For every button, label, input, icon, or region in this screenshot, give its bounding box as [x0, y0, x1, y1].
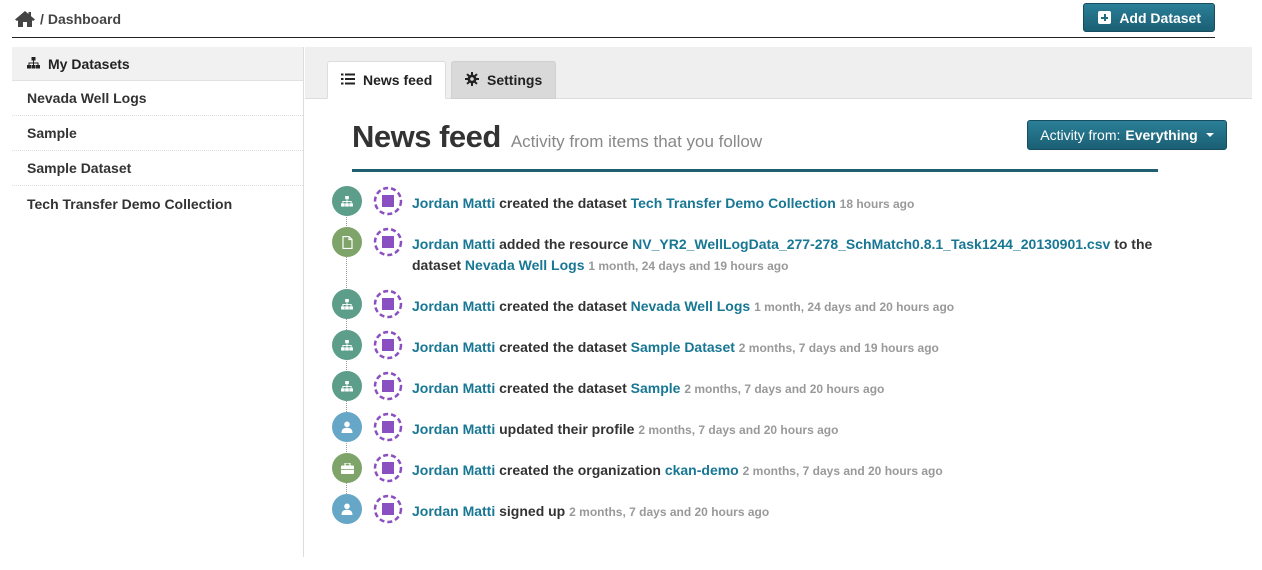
activity-text: Jordan Matti created the dataset Tech Tr…	[412, 186, 1202, 215]
activity-text: Jordan Matti signed up 2 months, 7 days …	[412, 494, 1202, 523]
home-icon[interactable]	[14, 10, 36, 28]
activity-timestamp: 18 hours ago	[839, 197, 915, 211]
actor-link[interactable]: Jordan Matti	[412, 421, 495, 437]
main-content: News feed Settings News feed Activity fr…	[305, 47, 1252, 557]
list-icon	[341, 72, 355, 88]
activity-timestamp: 1 month, 24 days and 20 hours ago	[754, 300, 955, 314]
activity-timestamp: 2 months, 7 days and 20 hours ago	[684, 382, 885, 396]
activity-text: Jordan Matti created the organization ck…	[412, 453, 1202, 482]
sitemap-icon	[27, 56, 40, 72]
avatar[interactable]	[373, 371, 403, 401]
activity-item: Jordan Matti created the dataset Sample …	[332, 371, 1202, 401]
activity-action: created the dataset	[499, 339, 627, 355]
avatar[interactable]	[373, 227, 403, 257]
activity-item: Jordan Matti created the dataset Nevada …	[332, 289, 1202, 319]
sidebar-heading-label: My Datasets	[48, 55, 130, 72]
breadcrumb-separator: /	[40, 11, 44, 27]
add-dataset-label: Add Dataset	[1119, 9, 1201, 26]
activity-action: signed up	[499, 503, 566, 519]
gear-icon	[465, 71, 479, 89]
activity-item: Jordan Matti added the resource NV_YR2_W…	[332, 227, 1202, 277]
avatar[interactable]	[373, 494, 403, 524]
briefcase-icon	[332, 453, 362, 483]
page-subtitle: Activity from items that you follow	[510, 132, 763, 151]
actor-link[interactable]: Jordan Matti	[412, 236, 495, 252]
activity-item: Jordan Matti updated their profile 2 mon…	[332, 412, 1202, 442]
object-link[interactable]: NV_YR2_WellLogData_277-278_SchMatch0.8.1…	[632, 236, 1110, 252]
avatar[interactable]	[373, 330, 403, 360]
sitemap-icon	[332, 186, 362, 216]
activity-text: Jordan Matti updated their profile 2 mon…	[412, 412, 1202, 441]
activity-item: Jordan Matti signed up 2 months, 7 days …	[332, 494, 1202, 524]
activity-timestamp: 2 months, 7 days and 20 hours ago	[742, 464, 943, 478]
activity-filter-value: Everything	[1125, 127, 1198, 143]
activity-timestamp: 1 month, 24 days and 19 hours ago	[588, 259, 789, 273]
actor-link[interactable]: Jordan Matti	[412, 503, 495, 519]
activity-timestamp: 2 months, 7 days and 20 hours ago	[638, 423, 839, 437]
page-title: News feed	[352, 119, 501, 154]
avatar[interactable]	[373, 453, 403, 483]
actor-link[interactable]: Jordan Matti	[412, 195, 495, 211]
tab-news-feed-label: News feed	[363, 72, 433, 88]
caret-down-icon	[1205, 133, 1214, 137]
avatar[interactable]	[373, 289, 403, 319]
sidebar-heading: My Datasets	[12, 47, 303, 81]
activity-text: Jordan Matti created the dataset Sample …	[412, 371, 1202, 400]
actor-link[interactable]: Jordan Matti	[412, 462, 495, 478]
activity-action: created the dataset	[499, 298, 627, 314]
actor-link[interactable]: Jordan Matti	[412, 339, 495, 355]
activity-text: Jordan Matti created the dataset Nevada …	[412, 289, 1202, 318]
object-link[interactable]: Sample	[631, 380, 681, 396]
sidebar-item-nevada-well-logs[interactable]: Nevada Well Logs	[12, 81, 303, 116]
object-link[interactable]: Nevada Well Logs	[631, 298, 751, 314]
activity-action: updated their profile	[499, 421, 635, 437]
activity-item: Jordan Matti created the dataset Tech Tr…	[332, 186, 1202, 216]
activity-filter-prefix: Activity from:	[1040, 127, 1121, 143]
actor-link[interactable]: Jordan Matti	[412, 298, 495, 314]
activity-action: created the dataset	[499, 380, 627, 396]
activity-timestamp: 2 months, 7 days and 20 hours ago	[569, 505, 770, 519]
sidebar-item-tech-transfer-demo-collection[interactable]: Tech Transfer Demo Collection	[12, 186, 303, 221]
activity-action: added the resource	[499, 236, 629, 252]
add-dataset-button[interactable]: Add Dataset	[1083, 3, 1215, 32]
activity-item: Jordan Matti created the dataset Sample …	[332, 330, 1202, 360]
plus-square-icon	[1098, 11, 1112, 24]
activity-filter-dropdown[interactable]: Activity from: Everything	[1027, 120, 1227, 150]
object-link[interactable]: Tech Transfer Demo Collection	[631, 195, 836, 211]
avatar[interactable]	[373, 186, 403, 216]
activity-item: Jordan Matti created the organization ck…	[332, 453, 1202, 483]
sitemap-icon	[332, 371, 362, 401]
object-link[interactable]: Sample Dataset	[631, 339, 735, 355]
sidebar-item-sample-dataset[interactable]: Sample Dataset	[12, 151, 303, 186]
user-icon	[332, 412, 362, 442]
tab-news-feed[interactable]: News feed	[327, 61, 447, 99]
sidebar-item-sample[interactable]: Sample	[12, 116, 303, 151]
user-icon	[332, 494, 362, 524]
activity-text: Jordan Matti added the resource NV_YR2_W…	[412, 227, 1202, 277]
activity-action: created the dataset	[499, 195, 627, 211]
breadcrumb: / Dashboard	[14, 10, 121, 28]
activity-text: Jordan Matti created the dataset Sample …	[412, 330, 1202, 359]
file-icon	[332, 227, 362, 257]
avatar[interactable]	[373, 412, 403, 442]
top-bar: / Dashboard Add Dataset	[12, 0, 1215, 38]
activity-action: created the organization	[499, 462, 661, 478]
breadcrumb-dashboard[interactable]: Dashboard	[48, 11, 121, 27]
sidebar: My Datasets Nevada Well Logs Sample Samp…	[12, 47, 304, 557]
object-link[interactable]: ckan-demo	[665, 462, 739, 478]
tab-bar: News feed Settings	[305, 47, 1252, 99]
tab-settings-label: Settings	[487, 72, 543, 88]
tab-settings[interactable]: Settings	[451, 61, 557, 99]
actor-link[interactable]: Jordan Matti	[412, 380, 495, 396]
sitemap-icon	[332, 330, 362, 360]
object-link[interactable]: Nevada Well Logs	[465, 257, 585, 273]
activity-timestamp: 2 months, 7 days and 19 hours ago	[738, 341, 939, 355]
sitemap-icon	[332, 289, 362, 319]
